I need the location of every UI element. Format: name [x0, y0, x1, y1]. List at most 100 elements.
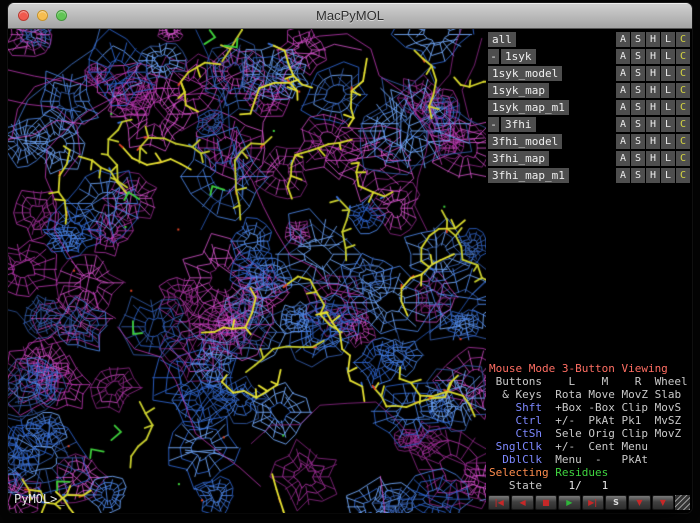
object-name-3fhi_map_m1[interactable]: 3fhi_map_m1: [488, 168, 569, 183]
mouse-mode-panel: Mouse Mode 3-Button Viewing Buttons L M …: [489, 362, 692, 492]
zoom-button[interactable]: [56, 10, 67, 21]
a-button-3fhi[interactable]: A: [616, 117, 630, 132]
macpymol-window: MacPyMOL PyMOL>_ allASHLC-1sykASHLC1syk_…: [8, 3, 692, 513]
a-button-1syk_model[interactable]: A: [616, 66, 630, 81]
step-backward-button[interactable]: ◀: [511, 495, 533, 510]
h-button-1syk_map_m1[interactable]: H: [646, 100, 660, 115]
command-cursor: _: [57, 492, 64, 506]
object-row-3fhi_model: 3fhi_model ASHLC: [488, 134, 690, 149]
traffic-lights: [18, 3, 67, 28]
l-button-1syk_map[interactable]: L: [661, 83, 675, 98]
object-row-3fhi: -3fhi ASHLC: [488, 117, 690, 132]
l-button-all[interactable]: L: [661, 32, 675, 47]
a-button-all[interactable]: A: [616, 32, 630, 47]
l-button-3fhi_map[interactable]: L: [661, 151, 675, 166]
h-button-3fhi_model[interactable]: H: [646, 134, 660, 149]
object-row-3fhi_map_m1: 3fhi_map_m1 ASHLC: [488, 168, 690, 183]
minimize-button[interactable]: [37, 10, 48, 21]
s-button-3fhi_map_m1[interactable]: S: [631, 168, 645, 183]
a-button-3fhi_map_m1[interactable]: A: [616, 168, 630, 183]
c-button-1syk_model[interactable]: C: [676, 66, 690, 81]
object-row-1syk_map: 1syk_map ASHLC: [488, 83, 690, 98]
mouse-panel-line-9[interactable]: State 1/ 1: [489, 479, 692, 492]
resize-grip[interactable]: [675, 495, 690, 510]
s-button-1syk_map_m1[interactable]: S: [631, 100, 645, 115]
movie-controls: |◀◀■▶▶|S▼▼: [488, 495, 690, 510]
group-collapse-toggle-1syk[interactable]: -: [488, 49, 499, 64]
object-row-1syk_model: 1syk_model ASHLC: [488, 66, 690, 81]
mouse-panel-line-1: Buttons L M R Wheel: [489, 375, 692, 388]
l-button-3fhi_model[interactable]: L: [661, 134, 675, 149]
l-button-1syk_map_m1[interactable]: L: [661, 100, 675, 115]
play-button[interactable]: ▶: [558, 495, 580, 510]
a-button-3fhi_map[interactable]: A: [616, 151, 630, 166]
s-button-1syk_model[interactable]: S: [631, 66, 645, 81]
scene-button[interactable]: S: [605, 495, 627, 510]
c-button-1syk[interactable]: C: [676, 49, 690, 64]
frame-forward-button[interactable]: ▼: [652, 495, 674, 510]
a-button-1syk_map_m1[interactable]: A: [616, 100, 630, 115]
titlebar[interactable]: MacPyMOL: [8, 3, 692, 29]
main-content: PyMOL>_ allASHLC-1sykASHLC1syk_modelASHL…: [8, 29, 692, 513]
object-name-1syk[interactable]: 1syk: [501, 49, 536, 64]
s-button-3fhi_model[interactable]: S: [631, 134, 645, 149]
command-line[interactable]: PyMOL>_: [14, 492, 65, 506]
a-button-1syk_map[interactable]: A: [616, 83, 630, 98]
c-button-3fhi[interactable]: C: [676, 117, 690, 132]
mouse-panel-line-4: Ctrl +/- PkAt Pk1 MvSZ: [489, 414, 692, 427]
h-button-1syk_model[interactable]: H: [646, 66, 660, 81]
l-button-1syk[interactable]: L: [661, 49, 675, 64]
s-button-3fhi[interactable]: S: [631, 117, 645, 132]
frame-reverse-button[interactable]: ▼: [628, 495, 650, 510]
object-row-1syk: -1syk ASHLC: [488, 49, 690, 64]
command-prompt: PyMOL>: [14, 492, 57, 506]
h-button-1syk[interactable]: H: [646, 49, 660, 64]
c-button-3fhi_model[interactable]: C: [676, 134, 690, 149]
mouse-panel-line-8[interactable]: Selecting Residues: [489, 466, 692, 479]
mouse-panel-line-2: & Keys Rota Move MovZ Slab: [489, 388, 692, 401]
object-row-1syk_map_m1: 1syk_map_m1 ASHLC: [488, 100, 690, 115]
a-button-1syk[interactable]: A: [616, 49, 630, 64]
s-button-all[interactable]: S: [631, 32, 645, 47]
object-panel: allASHLC-1sykASHLC1syk_modelASHLC1syk_ma…: [486, 29, 692, 513]
go-to-start-button[interactable]: |◀: [488, 495, 510, 510]
h-button-1syk_map[interactable]: H: [646, 83, 660, 98]
object-name-3fhi[interactable]: 3fhi: [501, 117, 536, 132]
c-button-all[interactable]: C: [676, 32, 690, 47]
s-button-3fhi_map[interactable]: S: [631, 151, 645, 166]
object-name-all[interactable]: all: [488, 32, 516, 47]
c-button-1syk_map_m1[interactable]: C: [676, 100, 690, 115]
stop-button[interactable]: ■: [535, 495, 557, 510]
h-button-3fhi[interactable]: H: [646, 117, 660, 132]
h-button-3fhi_map_m1[interactable]: H: [646, 168, 660, 183]
s-button-1syk_map[interactable]: S: [631, 83, 645, 98]
mouse-panel-line-7: DblClk Menu - PkAt: [489, 453, 692, 466]
molecular-viewport-canvas[interactable]: [8, 29, 486, 513]
window-title: MacPyMOL: [316, 8, 384, 23]
object-name-3fhi_model[interactable]: 3fhi_model: [488, 134, 562, 149]
mouse-panel-line-5: CtSh Sele Orig Clip MovZ: [489, 427, 692, 440]
h-button-all[interactable]: H: [646, 32, 660, 47]
object-row-all: all ASHLC: [488, 32, 690, 47]
c-button-1syk_map[interactable]: C: [676, 83, 690, 98]
group-collapse-toggle-3fhi[interactable]: -: [488, 117, 499, 132]
object-name-1syk_model[interactable]: 1syk_model: [488, 66, 562, 81]
s-button-1syk[interactable]: S: [631, 49, 645, 64]
l-button-1syk_model[interactable]: L: [661, 66, 675, 81]
c-button-3fhi_map_m1[interactable]: C: [676, 168, 690, 183]
object-name-3fhi_map[interactable]: 3fhi_map: [488, 151, 549, 166]
l-button-3fhi_map_m1[interactable]: L: [661, 168, 675, 183]
c-button-3fhi_map[interactable]: C: [676, 151, 690, 166]
object-name-1syk_map[interactable]: 1syk_map: [488, 83, 549, 98]
l-button-3fhi[interactable]: L: [661, 117, 675, 132]
panel-spacer: [486, 185, 692, 362]
mouse-panel-line-0: Mouse Mode 3-Button Viewing: [489, 362, 692, 375]
h-button-3fhi_map[interactable]: H: [646, 151, 660, 166]
object-row-3fhi_map: 3fhi_map ASHLC: [488, 151, 690, 166]
a-button-3fhi_model[interactable]: A: [616, 134, 630, 149]
viewport-3d[interactable]: PyMOL>_: [8, 29, 486, 513]
screen: MacPyMOL PyMOL>_ allASHLC-1sykASHLC1syk_…: [0, 0, 700, 523]
go-to-end-button[interactable]: ▶|: [582, 495, 604, 510]
close-button[interactable]: [18, 10, 29, 21]
object-name-1syk_map_m1[interactable]: 1syk_map_m1: [488, 100, 569, 115]
